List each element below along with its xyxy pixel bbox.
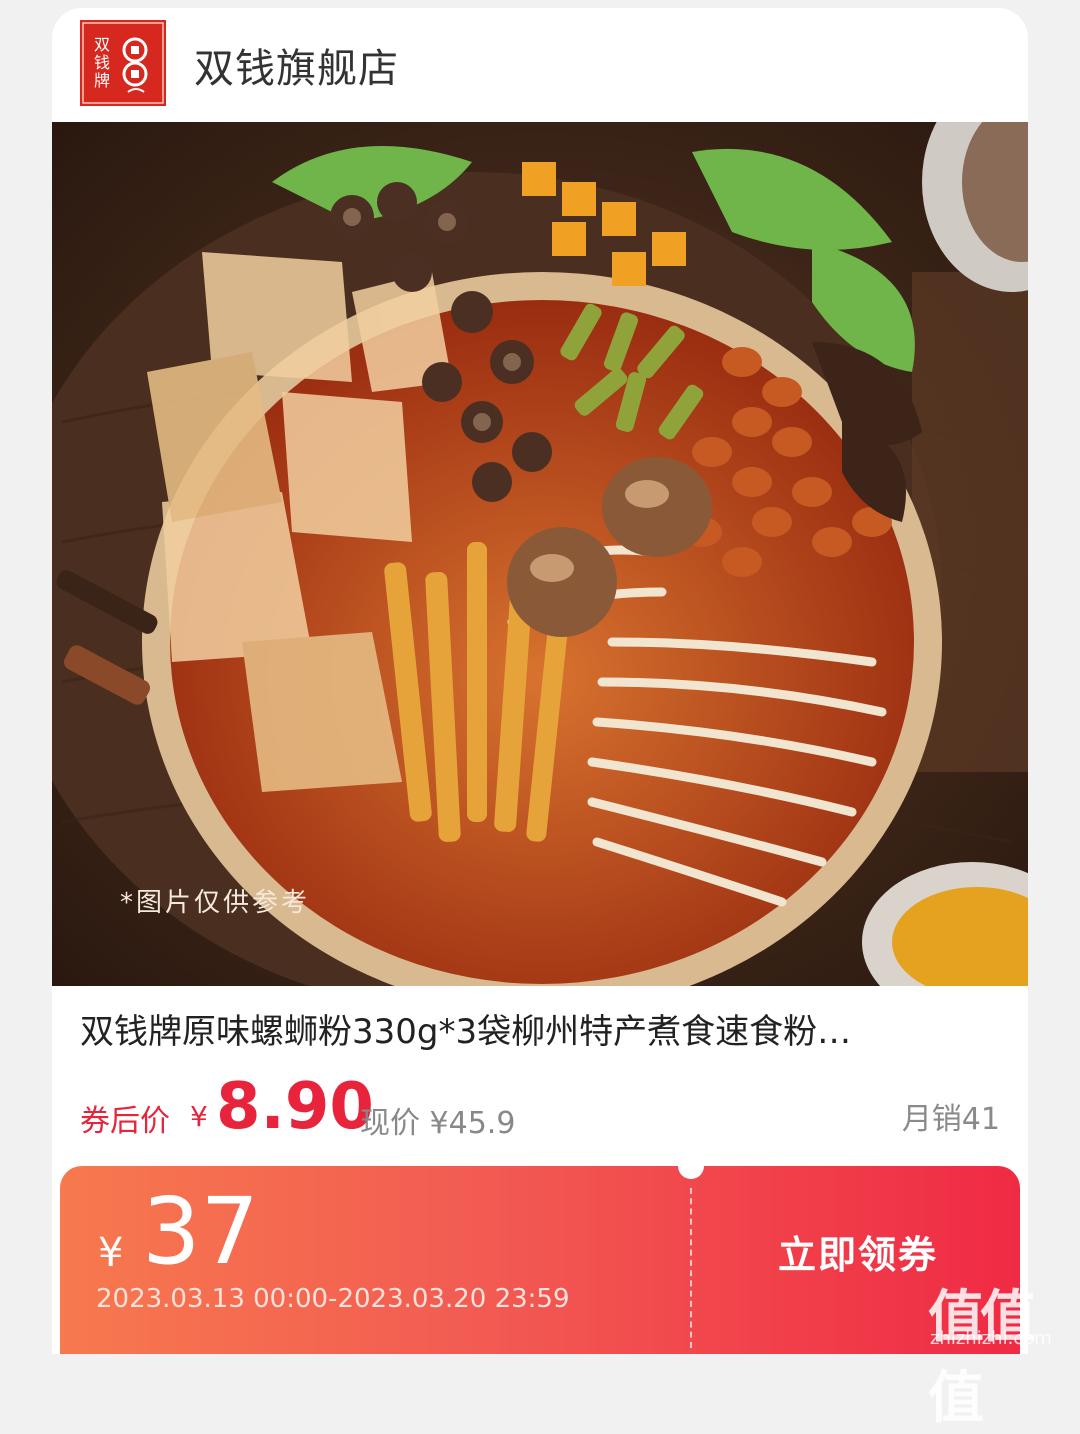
price-row: 券后价 ¥ 8.90 现价 ¥45.9 月销41 [80,1070,1000,1144]
product-image[interactable]: *图片仅供参考 [52,122,1028,986]
coupon-notch [678,1153,704,1179]
watermark-url: zhizhizhi.com [930,1328,1052,1349]
price-currency: ¥ [190,1100,208,1133]
coupon-amount: 37 [142,1178,260,1285]
store-name[interactable]: 双钱旗舰店 [194,36,399,94]
svg-text:牌: 牌 [94,71,110,90]
product-title[interactable]: 双钱牌原味螺蛳粉330g*3袋柳州特产煮食速食粉… [80,1004,1000,1053]
store-logo: 双 钱 牌 [80,20,166,106]
image-disclaimer: *图片仅供参考 [120,888,311,918]
coupon-currency: ¥ [98,1230,124,1276]
coupon-card[interactable]: ¥ 37 2023.03.13 00:00-2023.03.20 23:59 立… [60,1153,1020,1354]
store-header[interactable]: 双 钱 牌 双钱旗舰店 [52,8,1028,122]
current-price: 现价 ¥45.9 [360,1106,516,1141]
coupon-divider [690,1188,692,1348]
coupon-price: 8.90 [216,1070,374,1144]
monthly-sales: 月销41 [901,1102,1000,1137]
claim-coupon-button[interactable]: 立即领券 [778,1224,938,1279]
watermark-logo: 值值值 [928,1285,1036,1431]
coupon-price-label: 券后价 [80,1104,170,1139]
site-watermark: 值值值 zhizhizhi.com [928,1272,1068,1431]
svg-text:双: 双 [94,35,110,54]
coupon-validity: 2023.03.13 00:00-2023.03.20 23:59 [96,1284,570,1314]
product-card: 双 钱 牌 双钱旗舰店 *图片仅供参考 双钱牌原味螺蛳粉330g*3袋柳州特产煮… [52,8,1028,1354]
svg-text:钱: 钱 [94,53,110,72]
